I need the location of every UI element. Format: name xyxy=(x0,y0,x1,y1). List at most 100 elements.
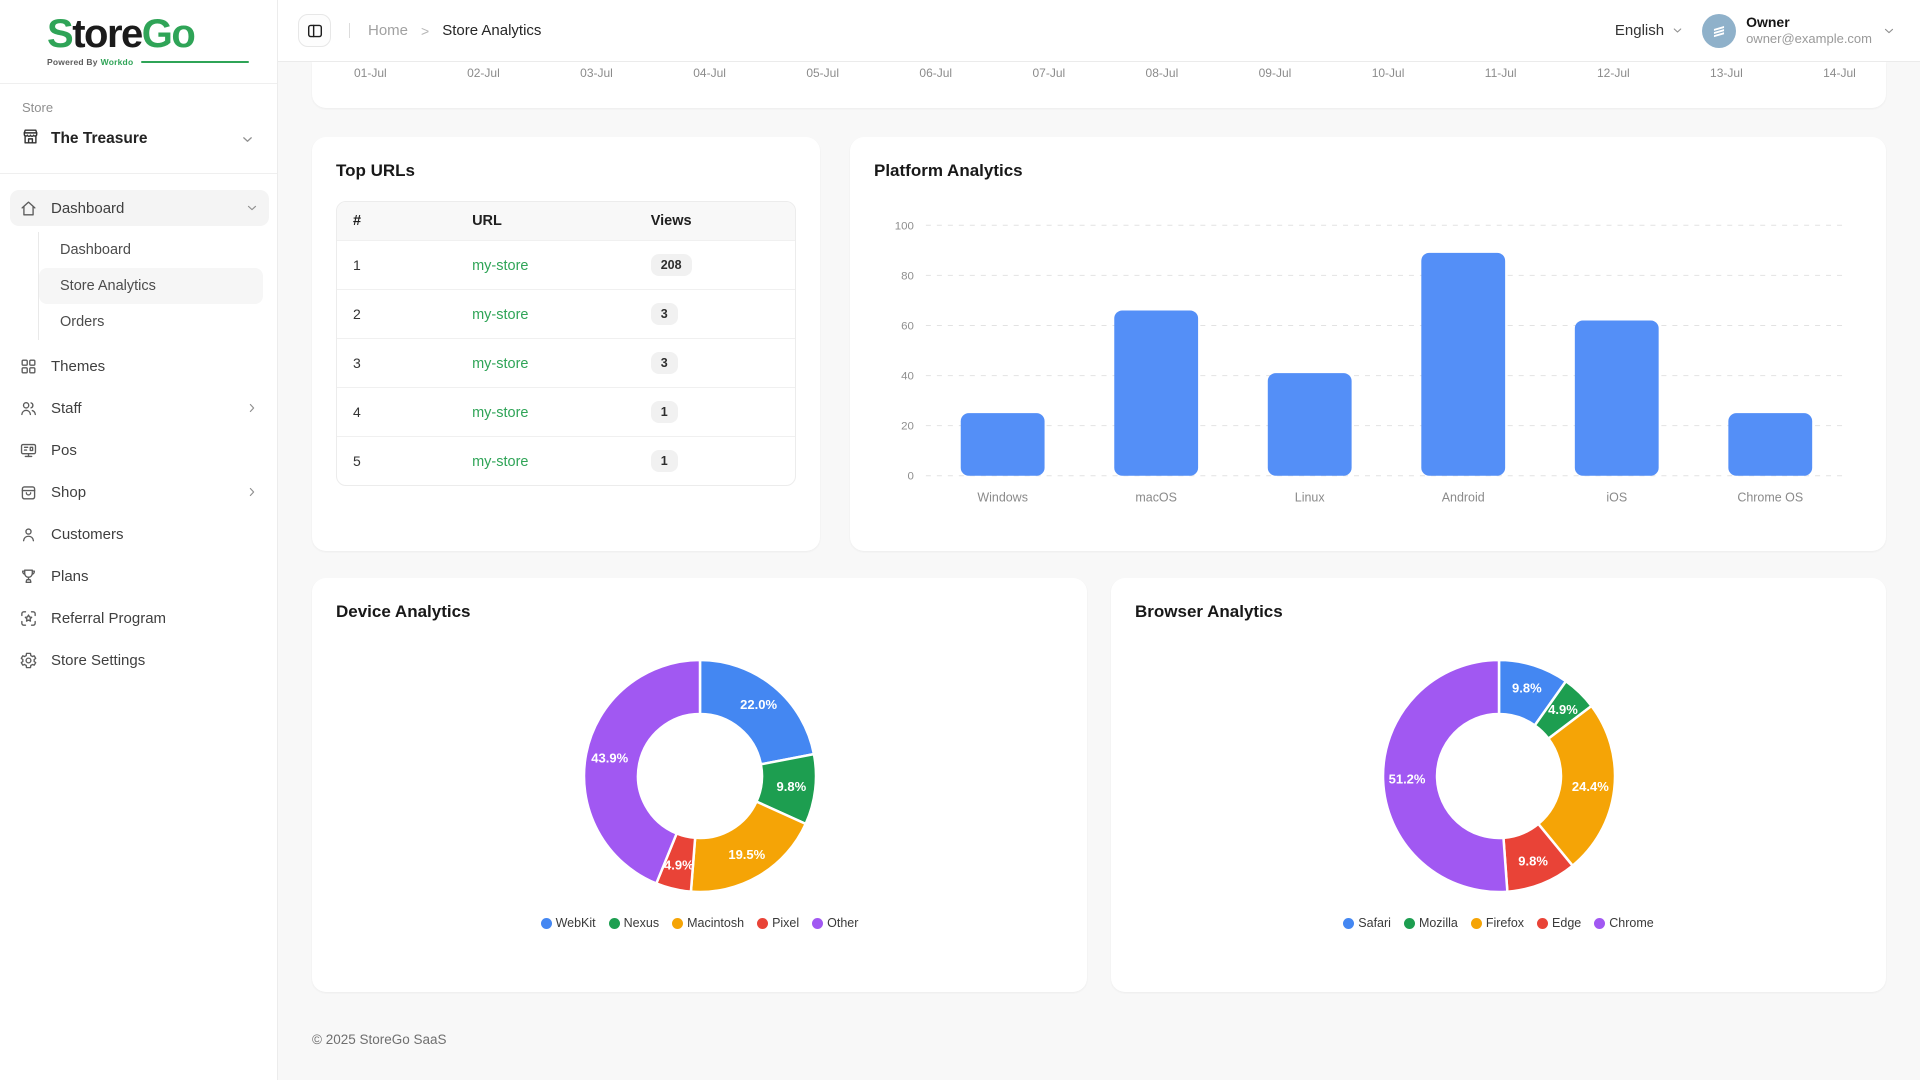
sidebar: StoreGo Powered By Workdo Store The Trea… xyxy=(0,0,278,1080)
powered-by: Powered By Workdo xyxy=(47,57,257,67)
legend-item-mozilla[interactable]: Mozilla xyxy=(1404,916,1458,930)
topbar-divider xyxy=(349,23,350,38)
sidebar-item-themes[interactable]: Themes xyxy=(10,348,269,384)
url-link[interactable]: my-store xyxy=(472,454,528,470)
chevron-down-icon xyxy=(240,132,255,147)
x-category-label: Linux xyxy=(1295,491,1326,505)
legend-dot xyxy=(1404,918,1415,929)
slice-percent-label: 19.5% xyxy=(728,847,765,862)
url-link[interactable]: my-store xyxy=(472,356,528,372)
legend-dot xyxy=(609,918,620,929)
x-tick-label: 05-Jul xyxy=(806,66,839,80)
building-icon xyxy=(1708,20,1730,42)
views-badge: 1 xyxy=(651,450,678,472)
x-tick-label: 07-Jul xyxy=(1032,66,1065,80)
legend-label: Other xyxy=(827,916,858,930)
x-category-label: Windows xyxy=(977,491,1028,505)
legend-item-webkit[interactable]: WebKit xyxy=(541,916,596,930)
legend-label: Safari xyxy=(1358,916,1391,930)
workdo-brand: Workdo xyxy=(101,57,134,67)
browser-donut-wrap: 9.8%4.9%24.4%9.8%51.2% SafariMozillaFire… xyxy=(1135,652,1862,930)
legend-dot xyxy=(672,918,683,929)
browser-analytics-card: Browser Analytics 9.8%4.9%24.4%9.8%51.2%… xyxy=(1111,578,1886,992)
slice-percent-label: 22.0% xyxy=(740,697,777,712)
device-donut-chart: 22.0%9.8%19.5%4.9%43.9% xyxy=(485,652,915,904)
user-name: Owner xyxy=(1746,14,1872,32)
legend-item-macintosh[interactable]: Macintosh xyxy=(672,916,744,930)
sidebar-item-referral-program[interactable]: Referral Program xyxy=(10,600,269,636)
views-badge: 208 xyxy=(651,254,692,276)
legend-item-pixel[interactable]: Pixel xyxy=(757,916,799,930)
legend-item-edge[interactable]: Edge xyxy=(1537,916,1581,930)
settings-icon xyxy=(19,651,38,670)
views-badge: 1 xyxy=(651,401,678,423)
legend-dot xyxy=(1343,918,1354,929)
table-header-row: #URLViews xyxy=(337,202,795,241)
brand-logo[interactable]: StoreGo Powered By Workdo xyxy=(0,0,277,75)
sidebar-subitem-orders[interactable]: Orders xyxy=(39,304,263,340)
topbar-right: English Owner owner@example.com xyxy=(1615,14,1896,48)
legend-label: Edge xyxy=(1552,916,1581,930)
sidebar-item-staff[interactable]: Staff xyxy=(10,390,269,426)
x-category-label: Android xyxy=(1442,491,1485,505)
url-link[interactable]: my-store xyxy=(472,405,528,421)
legend-item-safari[interactable]: Safari xyxy=(1343,916,1391,930)
url-link[interactable]: my-store xyxy=(472,307,528,323)
customers-icon xyxy=(19,525,38,544)
storefront-icon xyxy=(21,127,40,146)
x-category-label: Chrome OS xyxy=(1737,491,1803,505)
legend-item-chrome[interactable]: Chrome xyxy=(1594,916,1653,930)
legend-dot xyxy=(1471,918,1482,929)
main-area: Home > Store Analytics English Owner own… xyxy=(278,0,1920,1080)
timeline-x-axis: 01-Jul02-Jul03-Jul04-Jul05-Jul06-Jul07-J… xyxy=(312,62,1886,80)
brand-logo-s: S xyxy=(47,12,72,56)
language-dropdown[interactable]: English xyxy=(1615,22,1684,39)
legend-label: Macintosh xyxy=(687,916,744,930)
profile-menu[interactable]: Owner owner@example.com xyxy=(1702,14,1896,48)
legend-dot xyxy=(757,918,768,929)
chevron-down-icon xyxy=(1882,24,1896,38)
legend-item-nexus[interactable]: Nexus xyxy=(609,916,659,930)
sidebar-item-shop[interactable]: Shop xyxy=(10,474,269,510)
sidebar-item-label: Pos xyxy=(51,442,259,459)
sidebar-toggle-button[interactable] xyxy=(298,14,331,47)
sidebar-subitem-dashboard[interactable]: Dashboard xyxy=(39,232,263,268)
sidebar-item-dashboard[interactable]: Dashboard xyxy=(10,190,269,226)
slice-percent-label: 9.8% xyxy=(1518,853,1548,868)
slice-percent-label: 51.2% xyxy=(1388,771,1425,786)
sidebar-subitem-store-analytics[interactable]: Store Analytics xyxy=(39,268,263,304)
brand-logo-go: Go xyxy=(142,12,195,56)
top-urls-table-wrap: #URLViews 1my-store2082my-store33my-stor… xyxy=(336,201,796,486)
table-row: 5 my-store 1 xyxy=(337,437,795,486)
bar-windows xyxy=(961,413,1045,476)
cards-row-2: Device Analytics 22.0%9.8%19.5%4.9%43.9%… xyxy=(312,578,1886,992)
x-category-label: macOS xyxy=(1135,491,1177,505)
bar-android xyxy=(1421,253,1505,476)
chevron-down-icon xyxy=(1671,24,1684,37)
webkit-slice xyxy=(700,660,814,764)
views-badge: 3 xyxy=(651,352,678,374)
legend-item-other[interactable]: Other xyxy=(812,916,858,930)
avatar xyxy=(1702,14,1736,48)
platform-bar-chart: 100806040200WindowsmacOSLinuxAndroidiOSC… xyxy=(874,193,1862,533)
sidebar-item-store-settings[interactable]: Store Settings xyxy=(10,642,269,678)
staff-icon xyxy=(19,399,38,418)
device-donut-wrap: 22.0%9.8%19.5%4.9%43.9% WebKitNexusMacin… xyxy=(336,652,1063,930)
sidebar-item-customers[interactable]: Customers xyxy=(10,516,269,552)
rank-cell: 5 xyxy=(337,437,456,486)
sidebar-item-label: Staff xyxy=(51,400,232,417)
sidebar-item-plans[interactable]: Plans xyxy=(10,558,269,594)
legend-item-firefox[interactable]: Firefox xyxy=(1471,916,1524,930)
cards-row-1: Top URLs #URLViews 1my-store2082my-store… xyxy=(312,137,1886,551)
slice-percent-label: 9.8% xyxy=(776,779,806,794)
table-row: 1my-store208 xyxy=(337,241,795,290)
sidebar-item-pos[interactable]: Pos xyxy=(10,432,269,468)
legend-dot xyxy=(1537,918,1548,929)
breadcrumb-home-link[interactable]: Home xyxy=(368,22,408,39)
url-link[interactable]: my-store xyxy=(472,258,528,274)
store-selector[interactable]: The Treasure xyxy=(0,119,277,165)
slice-percent-label: 4.9% xyxy=(664,858,694,873)
bar-chrome-os xyxy=(1728,413,1812,476)
x-tick-label: 06-Jul xyxy=(919,66,952,80)
platform-analytics-card: Platform Analytics 100806040200Windowsma… xyxy=(850,137,1886,551)
